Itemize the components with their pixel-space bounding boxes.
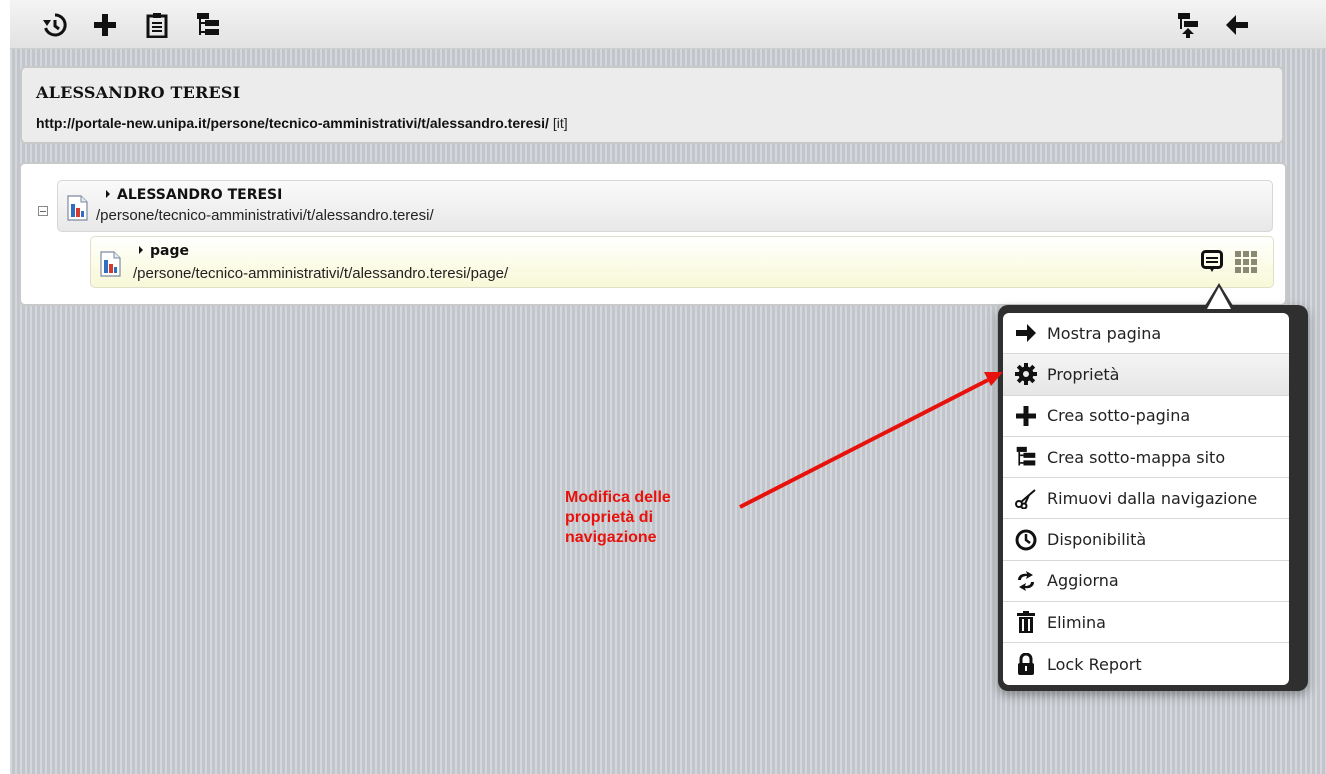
annotation-arrow [739, 372, 1003, 509]
workspace: ALESSANDRO TERESI http://portale-new.uni… [10, 0, 1326, 774]
